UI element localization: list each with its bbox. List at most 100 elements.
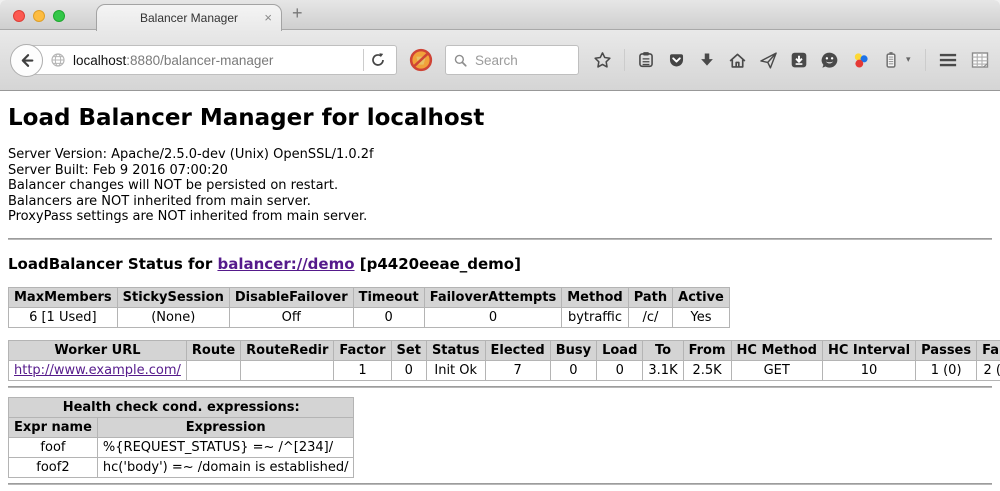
search-icon bbox=[453, 53, 468, 68]
worker-table: Worker URL Route RouteRedir Factor Set S… bbox=[8, 340, 1000, 381]
worker-url-link[interactable]: http://www.example.com/ bbox=[14, 363, 181, 378]
worker-url-cell: http://www.example.com/ bbox=[9, 360, 187, 380]
browser-window: Balancer Manager × + localhost:8880/bala… bbox=[0, 0, 1000, 491]
balancer-td: 6 [1 Used] bbox=[9, 307, 118, 327]
server-info-line: Balancers are NOT inherited from main se… bbox=[8, 194, 992, 210]
balancer-th: Method bbox=[562, 287, 628, 307]
balancer-th: MaxMembers bbox=[9, 287, 118, 307]
window-zoom-button[interactable] bbox=[53, 10, 65, 22]
balancer-table-header-row: MaxMembers StickySession DisableFailover… bbox=[9, 287, 730, 307]
balancer-th: Active bbox=[673, 287, 730, 307]
chevron-down-icon[interactable]: ▾ bbox=[906, 55, 911, 65]
balancer-td: Off bbox=[229, 307, 353, 327]
window-close-button[interactable] bbox=[13, 10, 25, 22]
hc-table-title: Health check cond. expressions: bbox=[9, 397, 354, 417]
page-title: Load Balancer Manager for localhost bbox=[8, 105, 992, 131]
downloads-button[interactable] bbox=[698, 51, 716, 69]
back-button[interactable] bbox=[10, 44, 43, 77]
balancer-td: 0 bbox=[353, 307, 424, 327]
worker-td: 10 bbox=[822, 360, 915, 380]
url-domain: localhost bbox=[73, 53, 126, 68]
hc-expr-name: foof bbox=[9, 437, 98, 457]
worker-th: Status bbox=[426, 340, 485, 360]
page-grid-button[interactable] bbox=[970, 50, 990, 70]
worker-td: 1 bbox=[334, 360, 391, 380]
url-text[interactable]: localhost:8880/balancer-manager bbox=[73, 53, 363, 68]
bookmarks-menu-button[interactable] bbox=[637, 51, 655, 69]
hc-expression: %{REQUEST_STATUS} =~ /^[234]/ bbox=[97, 437, 354, 457]
balancer-td: 0 bbox=[424, 307, 562, 327]
loadbalancer-status-heading: LoadBalancer Status for balancer://demo … bbox=[8, 255, 992, 273]
globe-icon bbox=[50, 52, 66, 68]
worker-th: Elected bbox=[485, 340, 550, 360]
balancer-th: Timeout bbox=[353, 287, 424, 307]
worker-td: 0 bbox=[597, 360, 643, 380]
bottom-divider bbox=[8, 483, 992, 485]
send-page-button[interactable] bbox=[759, 51, 778, 70]
balancer-td: /c/ bbox=[628, 307, 672, 327]
server-info-line: Balancer changes will NOT be persisted o… bbox=[8, 178, 992, 194]
home-button[interactable] bbox=[728, 51, 747, 70]
content-blocked-icon[interactable] bbox=[409, 48, 433, 72]
section-divider bbox=[8, 386, 992, 388]
bookmark-star-button[interactable] bbox=[593, 51, 612, 70]
hc-th: Expr name bbox=[9, 417, 98, 437]
emoji-addon-button[interactable] bbox=[820, 51, 839, 70]
worker-td bbox=[186, 360, 240, 380]
worker-td: 2.5K bbox=[683, 360, 731, 380]
worker-table-header-row: Worker URL Route RouteRedir Factor Set S… bbox=[9, 340, 1000, 360]
window-minimize-button[interactable] bbox=[33, 10, 45, 22]
worker-th: Worker URL bbox=[9, 340, 187, 360]
addon-download-button[interactable] bbox=[790, 51, 808, 69]
balancer-link[interactable]: balancer://demo bbox=[217, 255, 354, 273]
worker-th: HC Method bbox=[731, 340, 822, 360]
worker-th: Factor bbox=[334, 340, 391, 360]
balancer-th: Path bbox=[628, 287, 672, 307]
search-input[interactable] bbox=[473, 52, 563, 69]
worker-th: Busy bbox=[550, 340, 596, 360]
star-icon bbox=[593, 51, 612, 70]
worker-th: Route bbox=[186, 340, 240, 360]
worker-td: 7 bbox=[485, 360, 550, 380]
download-arrow-icon bbox=[698, 51, 716, 69]
worker-th: To bbox=[643, 340, 683, 360]
worker-td: GET bbox=[731, 360, 822, 380]
hamburger-icon bbox=[938, 50, 958, 70]
addon-download-icon bbox=[790, 51, 808, 69]
balancer-td: (None) bbox=[117, 307, 229, 327]
page-content: Load Balancer Manager for localhost Serv… bbox=[0, 91, 1000, 491]
search-bar[interactable] bbox=[445, 45, 579, 75]
worker-td: 3.1K bbox=[643, 360, 683, 380]
toolbar-buttons: ▾ bbox=[593, 49, 990, 71]
hc-row: foof2 hc('body') =~ /domain is establish… bbox=[9, 457, 354, 477]
worker-th: From bbox=[683, 340, 731, 360]
grid-page-icon bbox=[970, 50, 990, 70]
section-divider bbox=[8, 238, 992, 240]
battery-icon bbox=[882, 51, 900, 69]
battery-addon-button[interactable] bbox=[882, 51, 900, 69]
tab-bar: Balancer Manager × + bbox=[0, 0, 1000, 30]
pocket-icon bbox=[667, 51, 686, 70]
server-info: Server Version: Apache/2.5.0-dev (Unix) … bbox=[8, 147, 992, 225]
url-bar[interactable]: localhost:8880/balancer-manager bbox=[25, 45, 397, 75]
reload-button[interactable] bbox=[364, 46, 392, 74]
hc-title-row: Health check cond. expressions: bbox=[9, 397, 354, 417]
color-dots-icon bbox=[851, 51, 870, 70]
balancer-table: MaxMembers StickySession DisableFailover… bbox=[8, 287, 730, 328]
pocket-button[interactable] bbox=[667, 51, 686, 70]
server-info-line: Server Version: Apache/2.5.0-dev (Unix) … bbox=[8, 147, 992, 163]
new-tab-button[interactable]: + bbox=[292, 3, 303, 24]
menu-button[interactable] bbox=[938, 50, 958, 70]
worker-td: 0 bbox=[391, 360, 426, 380]
tab-close-icon[interactable]: × bbox=[264, 9, 272, 27]
tab-balancer-manager[interactable]: Balancer Manager × bbox=[96, 4, 282, 31]
window-controls bbox=[13, 10, 65, 22]
worker-th: RouteRedir bbox=[241, 340, 334, 360]
balancer-td: Yes bbox=[673, 307, 730, 327]
worker-th: Passes bbox=[916, 340, 977, 360]
colors-addon-button[interactable] bbox=[851, 51, 870, 70]
worker-td: 0 bbox=[550, 360, 596, 380]
server-info-line: ProxyPass settings are NOT inherited fro… bbox=[8, 209, 992, 225]
home-icon bbox=[728, 51, 747, 70]
reload-icon bbox=[370, 52, 386, 68]
